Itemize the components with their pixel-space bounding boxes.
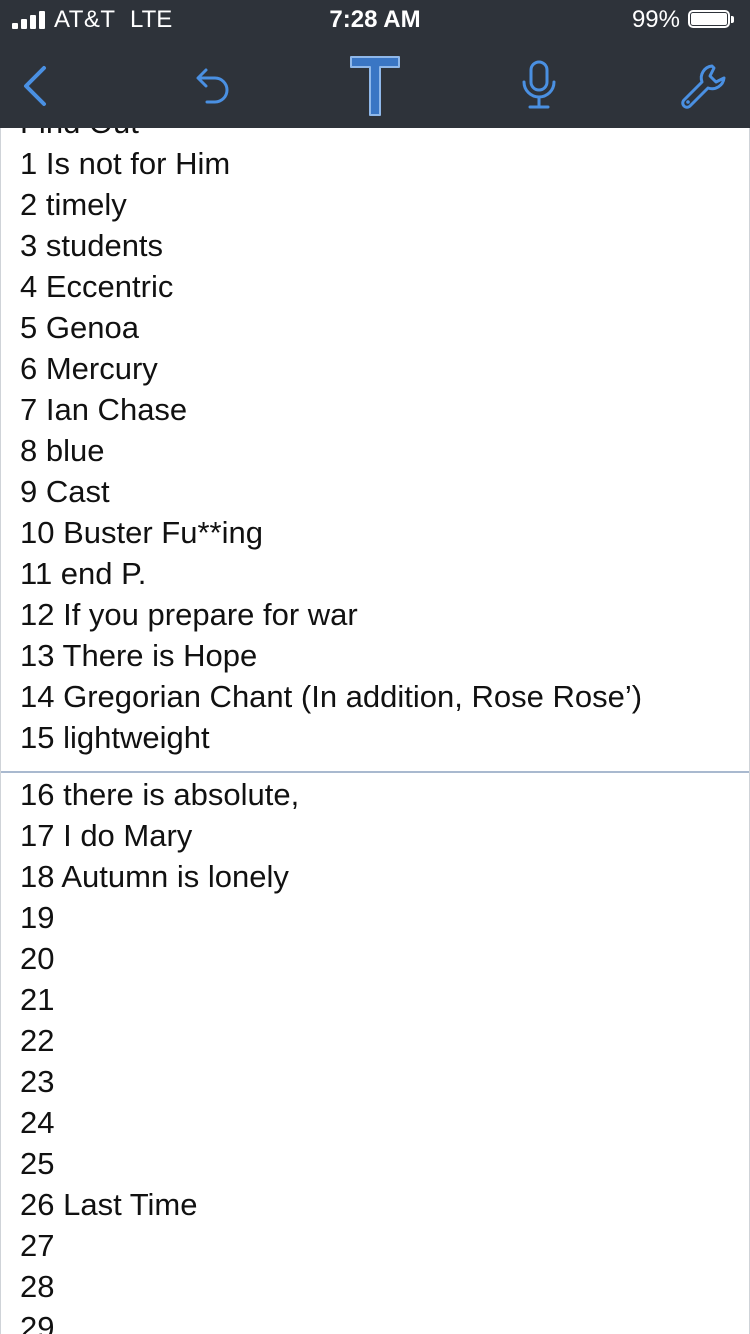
document-line: 17 I do Mary: [20, 818, 193, 853]
document-line: 21: [20, 982, 55, 1017]
status-bar: AT&T LTE 7:28 AM 99%: [0, 0, 750, 40]
back-button[interactable]: [0, 46, 76, 126]
document-line: 4 Eccentric: [20, 269, 174, 304]
toolbar: [0, 40, 750, 128]
settings-button[interactable]: [664, 46, 744, 126]
document-line: 29: [20, 1310, 55, 1334]
document-line: 24: [20, 1105, 55, 1140]
chevron-left-icon: [24, 66, 46, 106]
document-line: 26 Last Time: [20, 1187, 198, 1222]
document-line: 10 Buster Fu**ing: [20, 515, 263, 550]
document-line: 1 Is not for Him: [20, 146, 231, 181]
wrench-icon: [681, 64, 726, 109]
document-line: 8 blue: [20, 433, 105, 468]
document-line: 9 Cast: [20, 474, 110, 509]
page-divider: [1, 771, 749, 773]
document-line: 19: [20, 900, 55, 935]
document-line: 14 Gregorian Chant (In addition, Rose Ro…: [20, 679, 643, 714]
text-format-icon: [350, 56, 400, 116]
document-editor[interactable]: Find Out 1 Is not for Him 2 timely 3 stude…: [0, 128, 750, 1334]
document-line: 5 Genoa: [20, 310, 139, 345]
document-line: 11 end P.: [20, 556, 147, 591]
header: AT&T LTE 7:28 AM 99%: [0, 0, 750, 128]
document-line: 7 Ian Chase: [20, 392, 188, 427]
document-line: 27: [20, 1228, 55, 1263]
microphone-icon: [522, 60, 556, 109]
document-line: 23: [20, 1064, 55, 1099]
dictation-button[interactable]: [499, 46, 579, 126]
document-line: 18 Autumn is lonely: [20, 859, 289, 894]
document-line: 3 students: [20, 228, 164, 263]
document-line: 22: [20, 1023, 55, 1058]
document-line: 16 there is absolute,: [20, 777, 300, 812]
document-line: 12 If you prepare for war: [20, 597, 358, 632]
document-line: 2 timely: [20, 187, 127, 222]
screen: AT&T LTE 7:28 AM 99% 1 Is not for Him 2 …: [0, 0, 750, 1334]
document-line: 6 Mercury: [20, 351, 158, 386]
battery-icon: [688, 10, 736, 30]
partial-top-line: Find Out: [20, 128, 139, 143]
document-line: 25: [20, 1146, 55, 1181]
document-line: 13 There is Hope: [20, 638, 258, 673]
document-line: 15 lightweight: [20, 720, 210, 755]
battery-percent: 99%: [631, 6, 680, 33]
document-line: 28: [20, 1269, 55, 1304]
undo-icon: [196, 68, 229, 104]
document-line: 20: [20, 941, 55, 976]
undo-button[interactable]: [171, 46, 251, 126]
text-format-button[interactable]: [335, 46, 415, 126]
